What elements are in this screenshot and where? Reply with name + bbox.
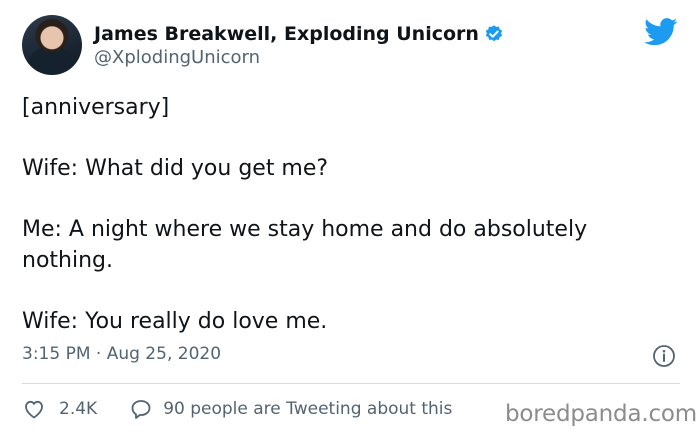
tweet-actions: 2.4K 90 people are Tweeting about this xyxy=(22,397,452,421)
like-button[interactable]: 2.4K xyxy=(22,397,97,421)
author-handle[interactable]: @XplodingUnicorn xyxy=(94,47,260,69)
tweeting-about-this-button[interactable]: 90 people are Tweeting about this xyxy=(129,397,452,421)
tweet-text: [anniversary] Wife: What did you get me?… xyxy=(22,95,588,334)
like-count: 2.4K xyxy=(59,399,98,419)
speech-bubble-icon xyxy=(131,400,151,419)
info-icon[interactable] xyxy=(652,344,676,368)
watermark: boredpanda.com xyxy=(505,401,697,427)
tweeting-about-this-label: 90 people are Tweeting about this xyxy=(163,399,453,419)
heart-icon xyxy=(25,400,43,419)
author-name-row: James Breakwell, Exploding Unicorn xyxy=(94,22,504,46)
tweet-timestamp[interactable]: 3:15 PM · Aug 25, 2020 xyxy=(22,343,221,365)
divider xyxy=(22,383,680,384)
verified-badge-icon xyxy=(484,24,504,44)
twitter-bird-icon[interactable] xyxy=(644,18,678,46)
avatar[interactable] xyxy=(22,15,82,75)
author-display-name[interactable]: James Breakwell, Exploding Unicorn xyxy=(94,22,479,46)
